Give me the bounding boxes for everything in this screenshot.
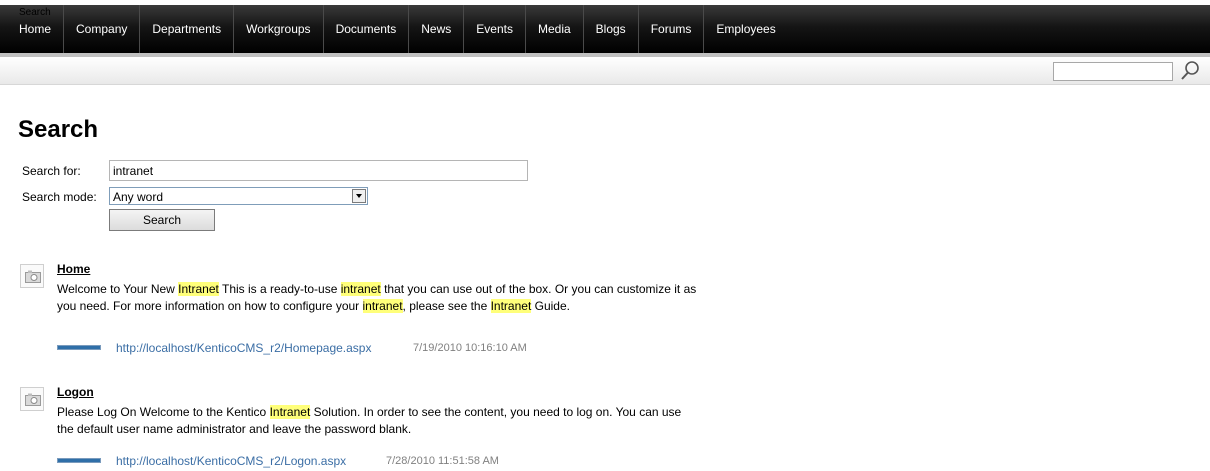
result-url[interactable]: http://localhost/KenticoCMS_r2/Homepage.… (116, 341, 371, 355)
result-thumbnail[interactable] (20, 264, 44, 288)
relevance-fill (58, 459, 100, 462)
nav-item-company[interactable]: Company (64, 5, 141, 53)
search-mode-label: Search mode: (22, 190, 97, 204)
relevance-bar (57, 345, 101, 350)
nav-item-workgroups[interactable]: Workgroups (234, 5, 324, 53)
nav-menu: Home Company Departments Workgroups Document… (0, 5, 1210, 53)
nav-item-employees[interactable]: Employees (704, 5, 787, 53)
nav-item-blogs[interactable]: Blogs (584, 5, 639, 53)
camera-icon (25, 393, 41, 406)
search-for-input[interactable] (109, 160, 528, 181)
search-mode-select[interactable]: Any word (109, 187, 368, 205)
search-term-highlight: Intranet (178, 282, 219, 296)
nav-item-media[interactable]: Media (526, 5, 584, 53)
relevance-fill (58, 346, 100, 349)
nav-item-forums[interactable]: Forums (639, 5, 705, 53)
top-navigation: Home Company Departments Workgroups Document… (0, 0, 1210, 53)
nav-item-documents[interactable]: Documents (324, 5, 410, 53)
search-mode-value: Any word (113, 190, 164, 204)
search-term-highlight: Intranet (490, 299, 532, 313)
search-term-highlight: intranet (340, 282, 381, 296)
chevron-down-icon[interactable] (352, 189, 366, 203)
result-snippet: Please Log On Welcome to the Kentico Int… (57, 405, 682, 436)
header-search-input[interactable] (1053, 62, 1173, 81)
camera-icon (25, 270, 41, 283)
result-date: 7/19/2010 10:16:10 AM (413, 342, 527, 354)
nav-item-events[interactable]: Events (464, 5, 526, 53)
result-title[interactable]: Home (57, 262, 90, 276)
breadcrumb: Search (19, 7, 51, 18)
nav-item-departments[interactable]: Departments (140, 5, 235, 53)
result-title[interactable]: Logon (57, 385, 94, 399)
result-url[interactable]: http://localhost/KenticoCMS_r2/Logon.asp… (116, 454, 346, 468)
result-thumbnail[interactable] (20, 387, 44, 411)
result-snippet: Welcome to Your New Intranet This is a r… (57, 282, 697, 313)
search-icon (1181, 61, 1199, 80)
search-button[interactable]: Search (109, 209, 215, 231)
result-date: 7/28/2010 11:51:58 AM (386, 455, 499, 467)
search-for-label: Search for: (22, 164, 81, 178)
search-term-highlight: Intranet (269, 405, 311, 419)
header-search-button[interactable] (1178, 59, 1202, 83)
search-term-highlight: intranet (362, 299, 403, 313)
nav-item-news[interactable]: News (409, 5, 465, 53)
breadcrumb-bar (0, 57, 1210, 85)
page-title: Search (18, 116, 99, 143)
relevance-bar (57, 458, 101, 463)
